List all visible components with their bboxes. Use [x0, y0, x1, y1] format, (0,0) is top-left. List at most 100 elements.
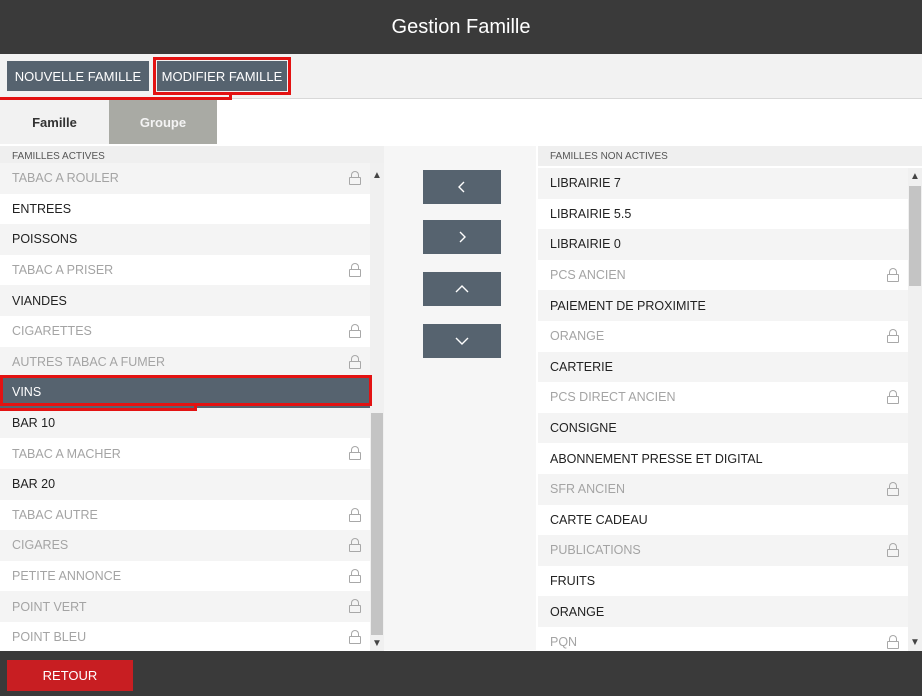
list-item[interactable]: LIBRAIRIE 0 [538, 229, 908, 260]
list-item[interactable]: CONSIGNE [538, 412, 908, 444]
inactive-list-scrollbar[interactable]: ▲ ▼ [908, 168, 922, 651]
list-item-label: LIBRAIRIE 5.5 [550, 206, 632, 221]
list-item-label: PUBLICATIONS [550, 543, 641, 558]
highlight-row-underline [0, 408, 197, 411]
lock-icon [887, 390, 899, 405]
list-item-label: ORANGE [550, 329, 605, 344]
list-item[interactable]: PAIEMENT DE PROXIMITE [538, 290, 908, 321]
inactive-families-list: LIBRAIRIE 7 LIBRAIRIE 5.5 LIBRAIRIE 0 PCS A… [538, 168, 908, 651]
list-item-label: POINT BLEU [12, 630, 87, 645]
list-item-label: CIGARETTES [12, 324, 92, 339]
chevron-down-icon [455, 337, 469, 345]
list-item[interactable]: SFR ANCIEN [538, 473, 908, 505]
list-item[interactable]: CIGARETTES [0, 316, 370, 347]
list-item-label: BAR 20 [12, 477, 56, 492]
list-item-label: TABAC AUTRE [12, 507, 98, 522]
list-item-label: CARTE CADEAU [550, 512, 648, 527]
window-title-bar: Gestion Famille [0, 0, 922, 54]
list-item[interactable]: POINT VERT [0, 591, 370, 622]
list-item[interactable]: TABAC A ROULER [0, 163, 370, 194]
list-item-label: ORANGE [550, 604, 605, 619]
list-item[interactable]: ENTREES [0, 194, 370, 225]
list-item[interactable]: POISSONS [0, 224, 370, 255]
list-item-label: POINT VERT [12, 599, 87, 614]
lock-icon [349, 262, 361, 277]
list-item-label: ENTREES [12, 201, 72, 216]
lock-icon [349, 323, 361, 338]
new-family-button[interactable]: NOUVELLE FAMILLE [7, 61, 149, 91]
active-families-list: TABAC A ROULER ENTREES POISSONS TABAC A PRI… [0, 163, 370, 651]
list-item[interactable]: CARTE CADEAU [538, 505, 908, 536]
list-item[interactable]: PQN [538, 627, 908, 651]
list-item[interactable]: ORANGE [538, 321, 908, 352]
list-item[interactable]: LIBRAIRIE 7 [538, 168, 908, 199]
list-item[interactable]: BAR 10 [0, 407, 370, 439]
list-item[interactable]: PUBLICATIONS [538, 535, 908, 566]
list-item[interactable]: ABONNEMENT PRESSE ET DIGITAL [538, 443, 908, 474]
inactive-families-header: FAMILLES NON ACTIVES [538, 146, 922, 166]
active-list-scrollbar[interactable]: ▲ ▼ [370, 163, 384, 651]
move-right-button[interactable] [423, 220, 501, 254]
toolbar: NOUVELLE FAMILLE MODIFIER FAMILLE [0, 54, 922, 99]
lock-icon [887, 267, 899, 282]
list-item[interactable]: AUTRES TABAC A FUMER [0, 346, 370, 378]
list-item-label: LIBRAIRIE 7 [550, 176, 621, 191]
scroll-down-icon[interactable]: ▼ [908, 636, 922, 648]
move-up-button[interactable] [423, 272, 501, 306]
list-item-label: ABONNEMENT PRESSE ET DIGITAL [550, 451, 763, 466]
list-item[interactable]: TABAC A MACHER [0, 438, 370, 469]
lock-icon [887, 634, 899, 649]
lock-icon [349, 354, 361, 369]
list-item-label: PCS ANCIEN [550, 268, 626, 283]
list-item-label: TABAC A MACHER [12, 446, 121, 461]
tab-famille[interactable]: Famille [0, 100, 109, 144]
list-item-label: LIBRAIRIE 0 [550, 237, 621, 252]
list-item[interactable]: CARTERIE [538, 351, 908, 383]
lock-icon [349, 507, 361, 522]
tab-groupe[interactable]: Groupe [109, 100, 217, 144]
list-item[interactable]: POINT BLEU [0, 622, 370, 651]
list-item-label: TABAC A PRISER [12, 263, 114, 278]
move-buttons-panel [384, 146, 536, 650]
list-item-label: FRUITS [550, 574, 596, 589]
list-item-label: PCS DIRECT ANCIEN [550, 390, 676, 405]
list-item-label: PAIEMENT DE PROXIMITE [550, 298, 706, 313]
list-item[interactable]: PETITE ANNONCE [0, 561, 370, 592]
list-item[interactable]: TABAC AUTRE [0, 500, 370, 531]
highlight-selected-row [0, 375, 372, 406]
list-item[interactable]: ORANGE [538, 596, 908, 627]
list-item-label: POISSONS [12, 232, 78, 247]
scroll-down-icon[interactable]: ▼ [370, 637, 384, 649]
move-left-button[interactable] [423, 170, 501, 204]
lock-icon [349, 446, 361, 461]
list-item[interactable]: PCS ANCIEN [538, 260, 908, 291]
scroll-up-icon[interactable]: ▲ [370, 169, 384, 181]
list-item-label: PQN [550, 635, 578, 650]
list-item[interactable]: FRUITS [538, 566, 908, 597]
list-item-label: CIGARES [12, 538, 69, 553]
inactive-list-scroll-thumb[interactable] [909, 186, 921, 286]
lock-icon [349, 629, 361, 644]
highlight-row-connector [194, 404, 197, 411]
list-item-label: BAR 10 [12, 416, 56, 431]
return-button[interactable]: RETOUR [7, 660, 133, 691]
active-list-scroll-thumb[interactable] [371, 413, 383, 635]
move-down-button[interactable] [423, 324, 501, 358]
list-item-label: PETITE ANNONCE [12, 569, 122, 584]
list-item-label: SFR ANCIEN [550, 482, 626, 497]
list-item[interactable]: BAR 20 [0, 468, 370, 500]
window-title: Gestion Famille [391, 15, 531, 38]
lock-icon [887, 543, 899, 558]
scroll-up-icon[interactable]: ▲ [908, 170, 922, 182]
list-item[interactable]: LIBRAIRIE 5.5 [538, 199, 908, 230]
lock-icon [349, 171, 361, 185]
chevron-up-icon [455, 285, 469, 293]
lock-icon [887, 481, 899, 496]
list-item[interactable]: CIGARES [0, 530, 370, 561]
list-item[interactable]: VIANDES [0, 285, 370, 316]
list-item[interactable]: PCS DIRECT ANCIEN [538, 382, 908, 413]
highlight-modify-connector [229, 93, 232, 100]
lock-icon [349, 568, 361, 583]
list-item-label: TABAC A ROULER [12, 171, 119, 186]
list-item[interactable]: TABAC A PRISER [0, 255, 370, 286]
